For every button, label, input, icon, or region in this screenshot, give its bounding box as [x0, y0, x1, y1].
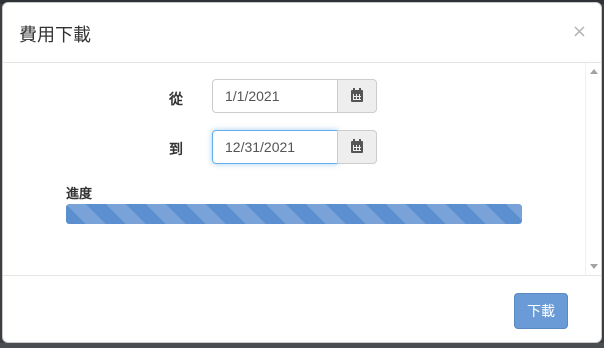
calendar-icon [351, 88, 363, 102]
progress-label: 進度 [66, 187, 93, 202]
dialog-header: 費用下載 × [3, 3, 601, 63]
from-calendar-button[interactable] [337, 79, 377, 113]
from-label: 從 [169, 92, 183, 108]
download-button[interactable]: 下載 [514, 293, 568, 329]
scroll-up-icon[interactable] [590, 69, 598, 74]
to-date-group [212, 130, 377, 164]
scrollbar[interactable] [585, 63, 601, 275]
dialog-footer: 下載 [3, 276, 601, 342]
from-date-input[interactable] [212, 79, 338, 113]
calendar-icon [351, 139, 363, 153]
progress-bar [66, 204, 522, 224]
close-button[interactable]: × [572, 23, 587, 41]
scroll-down-icon[interactable] [590, 264, 598, 269]
download-dialog: 費用下載 × 從 到 進度 下載 [2, 2, 602, 343]
dialog-title: 費用下載 [19, 25, 91, 46]
from-date-group [212, 79, 377, 113]
progress-fill [66, 204, 522, 224]
backdrop-bottom [0, 343, 604, 348]
to-calendar-button[interactable] [337, 130, 377, 164]
to-label: 到 [169, 142, 183, 158]
to-date-input[interactable] [212, 130, 338, 164]
dialog-body: 從 到 進度 [3, 63, 601, 276]
